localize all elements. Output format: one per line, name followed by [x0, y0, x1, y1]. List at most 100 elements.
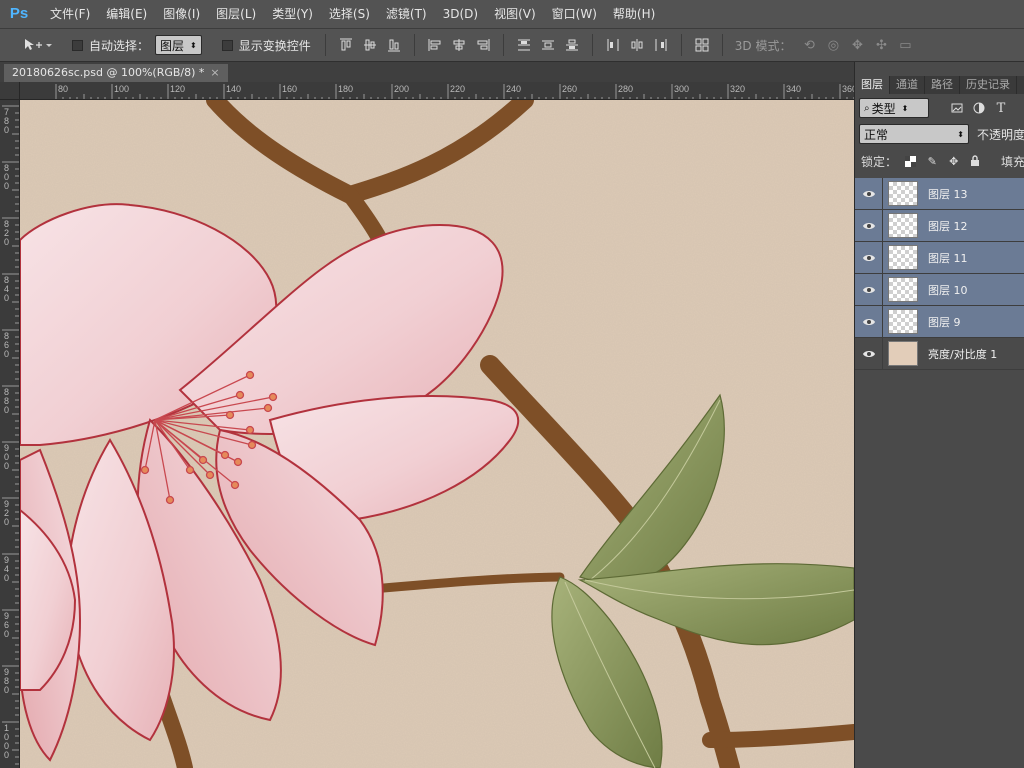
ruler-tick-label: 360 — [842, 84, 854, 94]
eye-icon[interactable] — [855, 178, 883, 209]
move-tool-icon — [25, 39, 52, 50]
separator — [591, 34, 593, 56]
move-tool-preset[interactable] — [22, 38, 62, 52]
updown-arrow-icon: ⬍ — [901, 103, 909, 113]
distribute-top-icon[interactable] — [514, 35, 534, 55]
menu-3d[interactable]: 3D(D) — [435, 0, 486, 28]
layer-name: 图层 13 — [928, 187, 968, 201]
menu-view[interactable]: 视图(V) — [486, 0, 544, 28]
ruler-tick-label: 240 — [506, 84, 521, 94]
horizontal-ruler-ticks: 80 100 120 140 160 180 200 220 240 260 280 300 320 34… — [55, 84, 854, 99]
ruler-tick-label: 260 — [562, 84, 577, 94]
menu-help[interactable]: 帮助(H) — [605, 0, 663, 28]
ruler-tick-label: 120 — [170, 84, 185, 94]
align-bottom-edges-icon[interactable] — [384, 35, 404, 55]
lock-all-icon[interactable] — [967, 153, 982, 169]
ruler-tick-label: 160 — [282, 84, 297, 94]
auto-select-checkbox[interactable] — [72, 39, 83, 51]
3d-slide-icon[interactable]: ✣ — [871, 35, 891, 55]
tab-layers[interactable]: 图层 — [855, 76, 890, 94]
tab-paths[interactable]: 路径 — [925, 76, 960, 94]
ruler-tick-label: 280 — [618, 84, 633, 94]
document-canvas[interactable] — [20, 100, 854, 768]
ruler-tick-label: 340 — [786, 84, 801, 94]
align-top-edges-icon[interactable] — [336, 35, 356, 55]
layer-row[interactable]: 亮度/对比度 1 — [855, 338, 1024, 370]
menu-filter[interactable]: 滤镜(T) — [378, 0, 435, 28]
photoshop-logo: Ps — [9, 5, 29, 22]
filter-type-icon[interactable]: T — [993, 100, 1009, 116]
menu-layer[interactable]: 图层(L) — [208, 0, 264, 28]
document-title: 20180626sc.psd @ 100%(RGB/8) * — [12, 66, 205, 79]
layer-thumbnail — [888, 309, 918, 334]
fill-label: 填充 — [1000, 154, 1024, 169]
vertical-ruler[interactable]: 7808008208408608809009209409609801000 — [0, 82, 20, 768]
lock-image-pixels-icon[interactable]: ✎ — [925, 153, 940, 169]
ruler-origin[interactable] — [0, 82, 20, 100]
auto-select-target-dropdown[interactable]: 图层 ⬍ — [155, 35, 202, 55]
layer-thumbnail — [888, 181, 918, 206]
ruler-tick-label: 0 — [4, 125, 9, 135]
horizontal-ruler[interactable]: 80 100 120 140 160 180 200 220 240 260 280 300 320 34… — [20, 82, 854, 100]
distribute-bottom-icon[interactable] — [562, 35, 582, 55]
align-horizontal-centers-icon[interactable] — [449, 35, 469, 55]
document-tab-bar: 20180626sc.psd @ 100%(RGB/8) * × — [0, 62, 854, 82]
document-tab[interactable]: 20180626sc.psd @ 100%(RGB/8) * × — [4, 64, 228, 82]
lock-position-icon[interactable]: ✥ — [946, 153, 961, 169]
close-icon[interactable]: × — [210, 66, 219, 79]
lock-label: 锁定： — [861, 154, 898, 169]
layer-name: 图层 11 — [928, 251, 968, 265]
tab-channels[interactable]: 通道 — [890, 76, 925, 94]
align-right-edges-icon[interactable] — [473, 35, 493, 55]
updown-arrow-icon: ⬍ — [957, 129, 964, 139]
align-left-edges-icon[interactable] — [425, 35, 445, 55]
menu-window[interactable]: 窗口(W) — [544, 0, 605, 28]
ruler-tick-label: 0 — [4, 237, 9, 247]
distribute-right-icon[interactable] — [651, 35, 671, 55]
3d-pan-icon[interactable]: ✥ — [847, 35, 867, 55]
menu-type[interactable]: 类型(Y) — [264, 0, 321, 28]
ruler-tick-label: 0 — [4, 685, 9, 695]
layer-thumbnail — [888, 341, 918, 366]
ruler-tick-label: 0 — [4, 349, 9, 359]
menu-file[interactable]: 文件(F) — [42, 0, 98, 28]
eye-icon[interactable] — [855, 338, 883, 369]
layer-row[interactable]: 图层 11 — [855, 242, 1024, 274]
updown-arrow-icon: ⬍ — [190, 40, 197, 50]
align-vertical-centers-icon[interactable] — [360, 35, 380, 55]
menu-image[interactable]: 图像(I) — [155, 0, 208, 28]
blend-mode-dropdown[interactable]: 正常 ⬍ — [859, 124, 969, 144]
show-transform-checkbox[interactable] — [221, 39, 233, 51]
filter-pixel-icon[interactable] — [949, 100, 965, 116]
lock-transparent-pixels-icon[interactable] — [903, 153, 918, 169]
ruler-tick-label: 0 — [4, 461, 9, 471]
eye-icon[interactable] — [855, 306, 883, 337]
layer-row[interactable]: 图层 10 — [855, 274, 1024, 306]
blend-mode-value: 正常 — [864, 127, 889, 142]
layer-row[interactable]: 图层 12 — [855, 210, 1024, 242]
menu-select[interactable]: 选择(S) — [321, 0, 378, 28]
ruler-tick-label: 0 — [4, 517, 9, 527]
3d-rotate-icon[interactable]: ⟲ — [799, 35, 819, 55]
menu-bar: Ps 文件(F) 编辑(E) 图像(I) 图层(L) 类型(Y) 选择(S) 滤… — [0, 0, 1024, 28]
auto-align-layers-icon[interactable] — [692, 35, 712, 55]
menu-edit[interactable]: 编辑(E) — [98, 0, 155, 28]
layer-row[interactable]: 图层 9 — [855, 306, 1024, 338]
tab-history[interactable]: 历史记录 — [960, 76, 1017, 94]
ruler-tick-label: 200 — [394, 84, 409, 94]
eye-icon[interactable] — [855, 242, 883, 273]
eye-icon[interactable] — [855, 210, 883, 241]
3d-scale-icon[interactable]: ▭ — [895, 35, 915, 55]
distribute-left-icon[interactable] — [603, 35, 623, 55]
3d-roll-icon[interactable]: ◎ — [823, 35, 843, 55]
distribute-horizontal-centers-icon[interactable] — [627, 35, 647, 55]
filter-adjustment-icon[interactable] — [971, 100, 987, 116]
layer-row[interactable]: 图层 13 — [855, 178, 1024, 210]
layer-name: 图层 12 — [928, 219, 968, 233]
ruler-tick-label: 220 — [450, 84, 465, 94]
layer-name: 图层 10 — [928, 283, 968, 297]
distribute-vertical-centers-icon[interactable] — [538, 35, 558, 55]
ruler-tick-label: 0 — [4, 573, 9, 583]
eye-icon[interactable] — [855, 274, 883, 305]
layer-filter-dropdown[interactable]: ⌕ 类型 ⬍ — [859, 98, 929, 118]
